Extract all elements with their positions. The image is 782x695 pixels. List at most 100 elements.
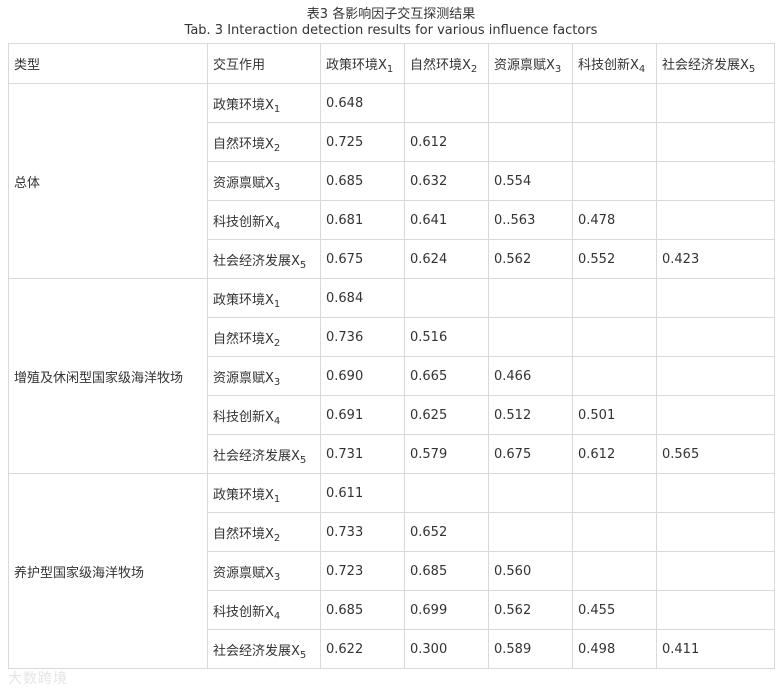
value-cell: 0.736 <box>320 317 405 357</box>
value-cell <box>656 590 775 630</box>
value-cell <box>656 278 775 318</box>
interaction-results-table: 类型 交互作用 政策环境X1 自然环境X2 资源禀赋X3 科技创新X4 社会经济… <box>8 43 775 669</box>
value-cell: 0.733 <box>320 512 405 552</box>
value-cell: 0.691 <box>320 395 405 435</box>
interaction-factor-cell: 科技创新X4 <box>207 590 321 630</box>
value-cell: 0.652 <box>404 512 489 552</box>
value-cell: 0.685 <box>320 161 405 201</box>
table-row: 增殖及休闲型国家级海洋牧场 政策环境X1 0.684 <box>8 278 775 474</box>
value-cell: 0.501 <box>572 395 657 435</box>
interaction-factor-cell: 社会经济发展X5 <box>207 434 321 474</box>
interaction-factor-cell: 资源禀赋X3 <box>207 551 321 591</box>
table-title-zh: 表3 各影响因子交互探测结果 <box>306 7 476 22</box>
table-header-row: 类型 交互作用 政策环境X1 自然环境X2 资源禀赋X3 科技创新X4 社会经济… <box>8 43 775 84</box>
value-cell: 0.731 <box>320 434 405 474</box>
value-cell <box>572 278 657 318</box>
value-cell: 0.466 <box>488 356 573 396</box>
value-cell: 0.455 <box>572 590 657 630</box>
value-cell <box>488 512 573 552</box>
value-cell <box>656 473 775 513</box>
value-cell: 0.516 <box>404 317 489 357</box>
value-cell <box>572 122 657 162</box>
value-cell: 0.641 <box>404 200 489 240</box>
interaction-factor-cell: 科技创新X4 <box>207 395 321 435</box>
value-cell: 0.690 <box>320 356 405 396</box>
value-cell: 0.622 <box>320 629 405 669</box>
value-cell: 0.611 <box>320 473 405 513</box>
value-cell <box>572 317 657 357</box>
value-cell <box>656 317 775 357</box>
value-cell <box>656 161 775 201</box>
value-cell: 0.665 <box>404 356 489 396</box>
value-cell: 0.562 <box>488 590 573 630</box>
value-cell <box>572 512 657 552</box>
interaction-factor-cell: 自然环境X2 <box>207 512 321 552</box>
value-cell <box>656 356 775 396</box>
value-cell <box>572 473 657 513</box>
value-cell: 0.552 <box>572 239 657 279</box>
value-cell: 0.423 <box>656 239 775 279</box>
header-type: 类型 <box>8 43 208 84</box>
value-cell: 0.681 <box>320 200 405 240</box>
value-cell: 0.554 <box>488 161 573 201</box>
interaction-factor-cell: 自然环境X2 <box>207 317 321 357</box>
value-cell: 0.625 <box>404 395 489 435</box>
group-type-cell: 增殖及休闲型国家级海洋牧场 <box>8 278 208 474</box>
value-cell: 0.685 <box>404 551 489 591</box>
value-cell: 0.725 <box>320 122 405 162</box>
interaction-factor-cell: 社会经济发展X5 <box>207 239 321 279</box>
interaction-factor-cell: 政策环境X1 <box>207 278 321 318</box>
value-cell <box>572 83 657 123</box>
value-cell <box>488 473 573 513</box>
value-cell: 0.684 <box>320 278 405 318</box>
value-cell: 0.632 <box>404 161 489 201</box>
value-cell: 0.675 <box>488 434 573 474</box>
value-cell: 0.478 <box>572 200 657 240</box>
value-cell: 0.612 <box>404 122 489 162</box>
value-cell <box>656 551 775 591</box>
value-cell: 0.562 <box>488 239 573 279</box>
interaction-factor-cell: 科技创新X4 <box>207 200 321 240</box>
header-col-4: 科技创新X4 <box>572 43 657 84</box>
watermark: 大数跨境 <box>8 671 68 687</box>
value-cell <box>488 317 573 357</box>
interaction-factor-cell: 政策环境X1 <box>207 473 321 513</box>
value-cell <box>404 83 489 123</box>
value-cell <box>572 551 657 591</box>
header-col-1: 政策环境X1 <box>320 43 405 84</box>
interaction-factor-cell: 资源禀赋X3 <box>207 161 321 201</box>
value-cell: 0.648 <box>320 83 405 123</box>
group-type-cell: 总体 <box>8 83 208 279</box>
table-row: 养护型国家级海洋牧场 政策环境X1 0.611 <box>8 473 775 669</box>
value-cell <box>404 473 489 513</box>
value-cell: 0.685 <box>320 590 405 630</box>
value-cell <box>656 83 775 123</box>
header-col-3: 资源禀赋X3 <box>488 43 573 84</box>
value-cell: 0.565 <box>656 434 775 474</box>
value-cell: 0.560 <box>488 551 573 591</box>
value-cell <box>656 512 775 552</box>
value-cell <box>572 161 657 201</box>
interaction-factor-cell: 资源禀赋X3 <box>207 356 321 396</box>
value-cell: 0.675 <box>320 239 405 279</box>
header-col-5: 社会经济发展X5 <box>656 43 775 84</box>
value-cell <box>488 122 573 162</box>
value-cell: 0.411 <box>656 629 775 669</box>
header-interaction: 交互作用 <box>207 43 321 84</box>
table-row: 总体 政策环境X1 0.648 <box>8 83 775 279</box>
value-cell <box>656 200 775 240</box>
value-cell: 0.612 <box>572 434 657 474</box>
value-cell: 0.498 <box>572 629 657 669</box>
interaction-factor-cell: 自然环境X2 <box>207 122 321 162</box>
value-cell <box>488 83 573 123</box>
value-cell <box>656 395 775 435</box>
value-cell: 0.723 <box>320 551 405 591</box>
header-col-2: 自然环境X2 <box>404 43 489 84</box>
interaction-factor-cell: 政策环境X1 <box>207 83 321 123</box>
group-type-cell: 养护型国家级海洋牧场 <box>8 473 208 669</box>
value-cell: 0.624 <box>404 239 489 279</box>
value-cell <box>656 122 775 162</box>
value-cell: 0.512 <box>488 395 573 435</box>
value-cell: 0.300 <box>404 629 489 669</box>
table-title-en: Tab. 3 Interaction detection results for… <box>184 23 598 38</box>
